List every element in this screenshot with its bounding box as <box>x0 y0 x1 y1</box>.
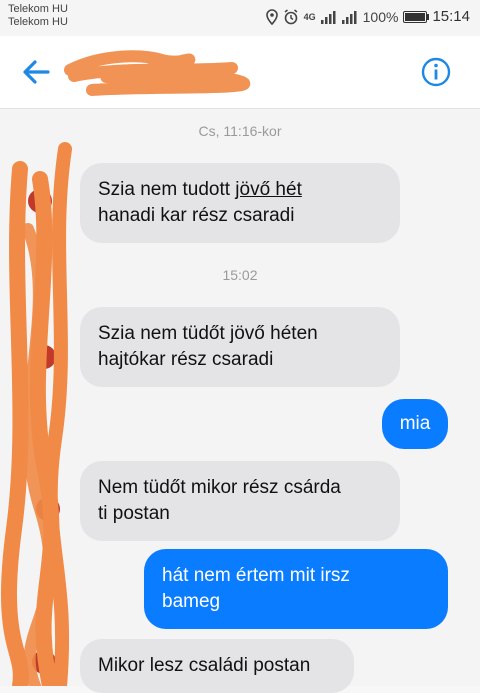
incoming-message[interactable]: Szia nem tudott jövő hét hanadi kar rész… <box>80 163 400 243</box>
message-underlined-text: jövő hét <box>235 179 302 200</box>
incoming-message[interactable]: Nem tüdőt mikor rész csárda ti postan <box>80 461 400 541</box>
signal-icon-1 <box>320 10 336 24</box>
alarm-icon <box>284 8 298 24</box>
status-bar: Telekom HU Telekom HU 4G 100% 15:14 <box>0 0 480 36</box>
message-text: Szia nem tudott <box>98 179 236 200</box>
conversation-header <box>0 36 480 109</box>
message-text: mia <box>399 413 431 434</box>
avatar-redaction <box>1 142 72 686</box>
signal-icon-2 <box>341 10 357 24</box>
message-text: hát nem értem mit irsz <box>162 565 350 586</box>
status-icons: 4G 100% 15:14 <box>265 8 470 25</box>
message-text: bameg <box>162 591 221 612</box>
battery-icon <box>403 10 430 23</box>
message-text: Szia nem tüdőt jövő héten <box>98 323 318 344</box>
message-text: Nem tüdőt mikor rész csárda <box>98 477 341 498</box>
contact-name-redaction[interactable] <box>62 46 252 96</box>
carrier-label-2: Telekom HU <box>8 16 68 28</box>
carrier-label-1: Telekom HU <box>8 3 68 15</box>
battery-percent: 100% <box>362 8 399 25</box>
location-icon <box>265 8 278 25</box>
back-arrow-icon[interactable] <box>18 54 54 90</box>
message-text: hanadi kar rész csaradi <box>98 205 295 226</box>
status-time: 15:14 <box>432 8 470 25</box>
info-icon[interactable] <box>420 56 452 88</box>
outgoing-message[interactable]: mia <box>382 399 448 449</box>
message-text: hajtókar rész csaradi <box>98 349 274 370</box>
incoming-message[interactable]: Mikor lesz családi postan <box>80 639 354 693</box>
outgoing-message[interactable]: hát nem értem mit irsz bameg <box>144 549 448 629</box>
incoming-message[interactable]: Szia nem tüdőt jövő héten hajtókar rész … <box>80 307 400 387</box>
network-type-label: 4G <box>303 11 316 22</box>
message-text: Mikor lesz családi postan <box>98 655 311 676</box>
message-text: ti postan <box>98 503 170 524</box>
